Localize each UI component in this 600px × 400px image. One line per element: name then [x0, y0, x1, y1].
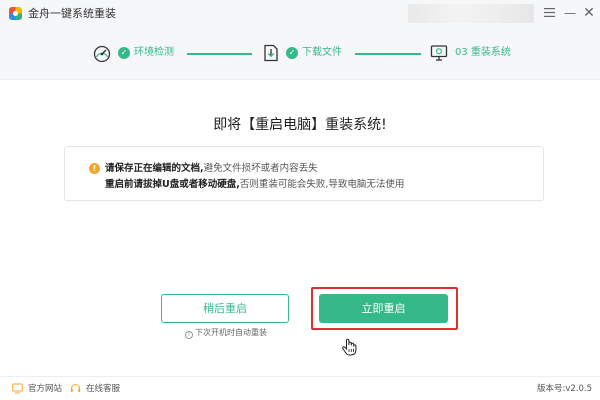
- step-connector-1: [187, 53, 252, 55]
- warning-line-2-bold: 重启前请拔掉U盘或者移动硬盘,: [105, 179, 240, 190]
- step-3-label: 03 重装系统: [455, 47, 511, 58]
- footer: 官方网站 在线客服 版本号:v2.0.5: [0, 376, 600, 400]
- step-2-check-icon: ✓: [286, 47, 298, 59]
- warning-box: ! 请保存正在编辑的文档,避免文件损坏或者内容丢失 重启前请拔掉U盘或者移动硬盘…: [64, 146, 544, 201]
- warning-icon: !: [89, 163, 100, 174]
- speedometer-icon: [93, 45, 111, 62]
- download-file-icon: [264, 44, 278, 62]
- hint-text: 下次开机时自动重装: [195, 328, 267, 337]
- version-label: 版本号:v2.0.5: [536, 384, 592, 394]
- online-support-link[interactable]: 在线客服: [86, 383, 120, 395]
- warning-line-1-text: 避免文件损坏或者内容丢失: [203, 163, 318, 174]
- title-bar: 金舟一键系统重装 — ✕: [0, 0, 600, 28]
- page-heading: 即将【重启电脑】重装系统!: [213, 117, 387, 133]
- headset-icon: [70, 384, 81, 392]
- info-icon: !: [185, 331, 193, 339]
- monitor-icon: [430, 45, 448, 61]
- restart-now-button[interactable]: 立即重启: [319, 294, 448, 323]
- warning-line-2: 重启前请拔掉U盘或者移动硬盘,否则重装可能会失败,导致电脑无法使用: [105, 178, 404, 191]
- hand-cursor-icon: [342, 338, 357, 356]
- progress-steps: ✓ 环境检测 ✓ 下载文件 03 重装系统: [0, 28, 600, 80]
- step-2-label: 下载文件: [302, 47, 342, 58]
- blurred-account-area: [408, 4, 534, 23]
- close-button[interactable]: ✕: [580, 4, 598, 22]
- warning-line-2-text: 否则重装可能会失败,导致电脑无法使用: [239, 179, 405, 190]
- website-icon: [12, 383, 23, 394]
- hamburger-menu-icon[interactable]: [540, 4, 558, 22]
- window-title: 金舟一键系统重装: [28, 7, 116, 20]
- step-1-check-icon: ✓: [118, 47, 130, 59]
- step-connector-2: [355, 53, 421, 55]
- warning-line-1-bold: 请保存正在编辑的文档,: [105, 163, 204, 174]
- warning-line-1: 请保存正在编辑的文档,避免文件损坏或者内容丢失: [105, 162, 318, 175]
- official-website-link[interactable]: 官方网站: [28, 383, 62, 395]
- auto-reinstall-hint: ! 下次开机时自动重装: [185, 327, 267, 339]
- restart-later-button[interactable]: 稍后重启: [161, 294, 289, 323]
- app-logo-icon: [9, 7, 22, 20]
- step-1-label: 环境检测: [134, 47, 174, 58]
- minimize-button[interactable]: —: [561, 4, 579, 22]
